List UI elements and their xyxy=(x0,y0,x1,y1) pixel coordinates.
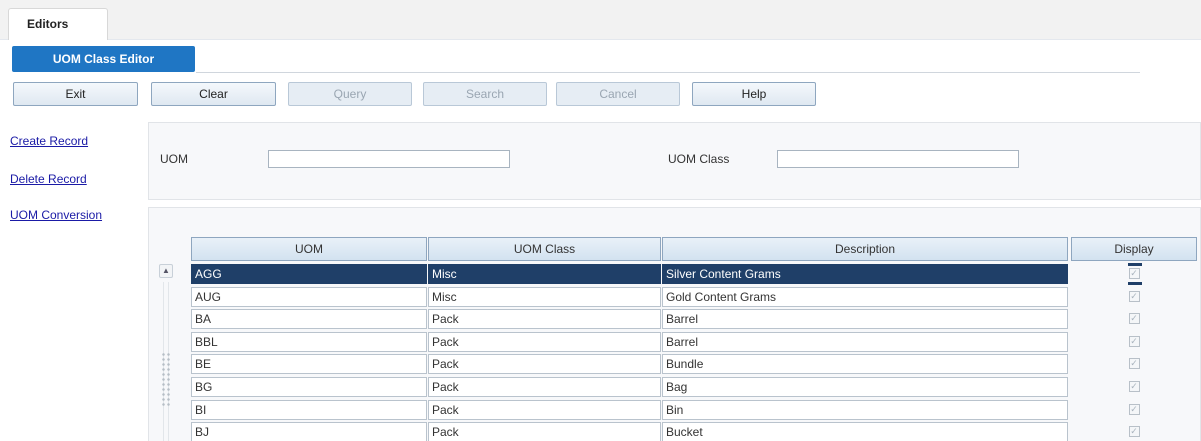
uom-conversion-link[interactable]: UOM Conversion xyxy=(10,208,102,222)
delete-record-link[interactable]: Delete Record xyxy=(10,172,87,186)
cell-uom-class[interactable]: Pack xyxy=(428,332,661,352)
cell-uom-class[interactable]: Misc xyxy=(428,264,661,284)
uom-label: UOM xyxy=(160,152,188,166)
clear-button[interactable]: Clear xyxy=(151,82,276,106)
cell-description[interactable]: Barrel xyxy=(662,332,1068,352)
display-cell: ✓ xyxy=(1122,422,1146,441)
column-header-display[interactable]: Display xyxy=(1071,237,1197,261)
scroll-up-icon[interactable]: ▲ xyxy=(159,264,173,278)
display-checkbox[interactable]: ✓ xyxy=(1128,358,1140,369)
display-cell: ✓ xyxy=(1122,309,1146,329)
cell-description[interactable]: Bucket xyxy=(662,422,1068,441)
cell-uom[interactable]: BJ xyxy=(191,422,427,441)
scrollbar-grip[interactable] xyxy=(161,352,171,408)
display-checkbox[interactable]: ✓ xyxy=(1128,381,1140,392)
column-header-uom[interactable]: UOM xyxy=(191,237,427,261)
cell-uom-class[interactable]: Misc xyxy=(428,287,661,307)
help-button[interactable]: Help xyxy=(692,82,816,106)
cell-description[interactable]: Bag xyxy=(662,377,1068,397)
selected-row-marker xyxy=(1128,263,1142,266)
cell-uom-class[interactable]: Pack xyxy=(428,422,661,441)
tab-uom-class-editor[interactable]: UOM Class Editor xyxy=(12,46,195,72)
display-checkbox[interactable]: ✓ xyxy=(1128,313,1140,324)
cell-uom-class[interactable]: Pack xyxy=(428,309,661,329)
display-cell: ✓ xyxy=(1122,377,1146,397)
selected-row-marker xyxy=(1128,282,1142,285)
cell-uom[interactable]: AGG xyxy=(191,264,427,284)
cell-uom[interactable]: BG xyxy=(191,377,427,397)
cell-description[interactable]: Gold Content Grams xyxy=(662,287,1068,307)
search-button[interactable]: Search xyxy=(423,82,547,106)
top-tab-bar: Editors xyxy=(0,0,1201,40)
column-header-description[interactable]: Description xyxy=(662,237,1068,261)
cell-uom-class[interactable]: Pack xyxy=(428,377,661,397)
column-header-uom-class[interactable]: UOM Class xyxy=(428,237,661,261)
cell-description[interactable]: Bin xyxy=(662,400,1068,420)
display-cell: ✓ xyxy=(1122,332,1146,352)
cell-uom[interactable]: BE xyxy=(191,354,427,374)
display-checkbox[interactable]: ✓ xyxy=(1128,291,1140,302)
uom-input[interactable] xyxy=(268,150,510,168)
tab-editors[interactable]: Editors xyxy=(8,8,108,40)
cell-uom-class[interactable]: Pack xyxy=(428,400,661,420)
display-checkbox[interactable]: ✓ xyxy=(1128,426,1140,437)
cell-description[interactable]: Bundle xyxy=(662,354,1068,374)
create-record-link[interactable]: Create Record xyxy=(10,134,88,148)
cell-uom[interactable]: AUG xyxy=(191,287,427,307)
query-button[interactable]: Query xyxy=(288,82,412,106)
cell-uom-class[interactable]: Pack xyxy=(428,354,661,374)
cell-uom[interactable]: BI xyxy=(191,400,427,420)
display-cell: ✓ xyxy=(1122,400,1146,420)
uom-class-input[interactable] xyxy=(777,150,1019,168)
uom-class-label: UOM Class xyxy=(668,152,730,166)
display-checkbox[interactable]: ✓ xyxy=(1128,404,1140,415)
display-cell: ✓ xyxy=(1122,287,1146,307)
display-checkbox[interactable]: ✓ xyxy=(1128,336,1140,347)
cell-uom[interactable]: BBL xyxy=(191,332,427,352)
display-cell: ✓ xyxy=(1122,354,1146,374)
tab-divider xyxy=(196,72,1140,73)
cell-description[interactable]: Silver Content Grams xyxy=(662,264,1068,284)
cell-uom[interactable]: BA xyxy=(191,309,427,329)
display-checkbox[interactable]: ✓ xyxy=(1128,268,1140,279)
cancel-button[interactable]: Cancel xyxy=(556,82,680,106)
exit-button[interactable]: Exit xyxy=(13,82,138,106)
display-cell: ✓ xyxy=(1122,264,1146,284)
cell-description[interactable]: Barrel xyxy=(662,309,1068,329)
